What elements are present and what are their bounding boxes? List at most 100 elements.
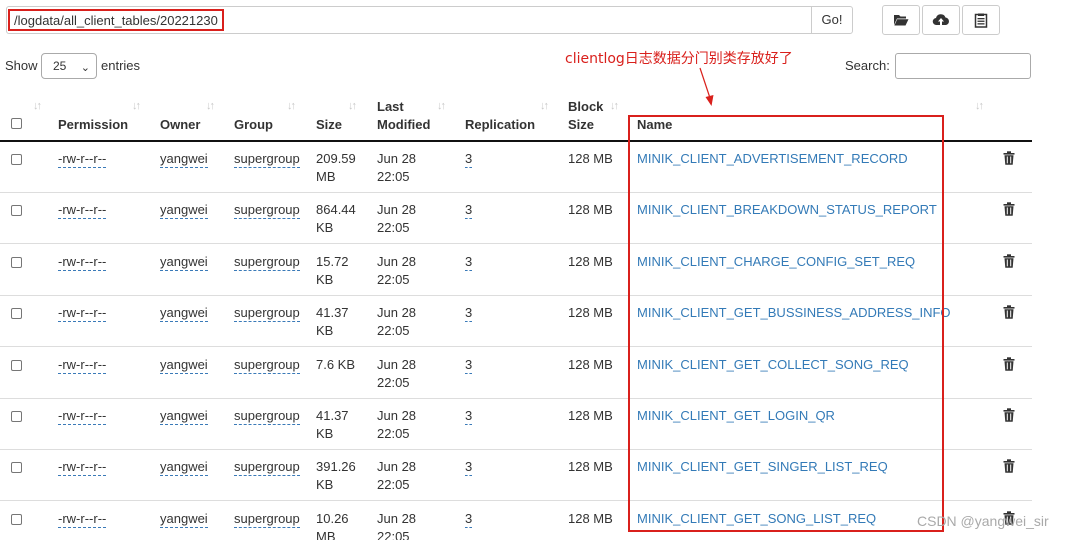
name-column-highlight: [628, 115, 944, 532]
replication-cell[interactable]: 3: [465, 356, 473, 374]
group-cell[interactable]: supergroup: [234, 151, 300, 168]
delete-button[interactable]: [1003, 151, 1015, 168]
permission-cell[interactable]: -rw-r--r--: [58, 356, 107, 374]
permission-cell[interactable]: -rw-r--r--: [58, 459, 107, 477]
size-unit: KB: [316, 271, 334, 287]
owner-cell[interactable]: yangwei: [160, 356, 208, 374]
header-last-modified[interactable]: Last Modified: [377, 98, 430, 134]
group-cell[interactable]: supergroup: [234, 305, 300, 323]
sort-icon[interactable]: ↓↑: [33, 100, 42, 112]
row-checkbox[interactable]: [11, 513, 22, 525]
permission-cell[interactable]: -rw-r--r--: [58, 253, 107, 271]
size-cell: 10.26 MB: [316, 510, 349, 540]
group-cell[interactable]: supergroup: [234, 408, 300, 425]
entries-select[interactable]: 25 ⌄: [41, 53, 97, 79]
row-checkbox[interactable]: [11, 256, 22, 268]
sort-icon[interactable]: ↓↑: [540, 100, 549, 112]
owner-cell[interactable]: yangwei: [160, 408, 208, 425]
header-block-size[interactable]: Block Size: [568, 98, 603, 134]
time-value: 22:05: [377, 271, 410, 287]
permission-cell[interactable]: -rw-r--r--: [58, 151, 107, 168]
size-value: 10.26: [316, 510, 349, 526]
sort-icon[interactable]: ↓↑: [132, 100, 141, 112]
annotation-text: clientlog日志数据分门别类存放好了: [565, 51, 793, 67]
header-size[interactable]: Size: [316, 116, 342, 134]
block-size-cell: 128 MB: [568, 459, 613, 475]
block-size-cell: 128 MB: [568, 356, 613, 372]
replication-cell[interactable]: 3: [465, 202, 473, 220]
delete-button[interactable]: [1003, 254, 1015, 271]
size-value: 15.72: [316, 253, 349, 269]
sort-icon[interactable]: ↓↑: [287, 100, 296, 112]
permission-cell[interactable]: -rw-r--r--: [58, 202, 107, 220]
size-unit: KB: [316, 426, 334, 441]
open-folder-button[interactable]: [882, 5, 920, 35]
block-size-cell: 128 MB: [568, 305, 613, 321]
owner-cell[interactable]: yangwei: [160, 151, 208, 168]
row-checkbox[interactable]: [11, 154, 22, 165]
replication-cell[interactable]: 3: [465, 151, 473, 168]
row-checkbox[interactable]: [11, 308, 22, 320]
select-all-checkbox[interactable]: [11, 118, 22, 129]
group-cell[interactable]: supergroup: [234, 356, 300, 374]
owner-cell[interactable]: yangwei: [160, 305, 208, 323]
delete-button[interactable]: [1003, 356, 1015, 374]
go-button[interactable]: Go!: [811, 6, 853, 34]
owner-cell[interactable]: yangwei: [160, 202, 208, 220]
owner-cell[interactable]: yangwei: [160, 510, 208, 528]
row-checkbox[interactable]: [11, 462, 22, 474]
time-value: 22:05: [377, 374, 410, 390]
upload-button[interactable]: [922, 5, 960, 35]
header-group[interactable]: Group: [234, 116, 273, 134]
size-cell: 41.37 KB: [316, 304, 349, 340]
header-owner[interactable]: Owner: [160, 116, 200, 134]
size-unit: KB: [316, 323, 334, 339]
group-cell[interactable]: supergroup: [234, 253, 300, 271]
size-unit: KB: [316, 477, 334, 493]
group-cell[interactable]: supergroup: [234, 459, 300, 477]
delete-button[interactable]: [1003, 202, 1015, 219]
trash-icon: [1003, 254, 1015, 271]
clipboard-icon: [974, 13, 988, 28]
sort-icon[interactable]: ↓↑: [437, 100, 446, 112]
delete-button[interactable]: [1003, 408, 1015, 425]
search-input[interactable]: [895, 53, 1031, 79]
last-modified-cell: Jun 28 22:05: [377, 201, 416, 237]
date-value: Jun 28: [377, 356, 417, 372]
sort-icon[interactable]: ↓↑: [610, 100, 619, 112]
replication-cell[interactable]: 3: [465, 253, 473, 271]
replication-cell[interactable]: 3: [465, 305, 473, 323]
date-value: Jun 28: [377, 253, 417, 269]
owner-cell[interactable]: yangwei: [160, 253, 208, 271]
permission-cell[interactable]: -rw-r--r--: [58, 510, 107, 528]
row-checkbox[interactable]: [11, 205, 22, 217]
trash-icon: [1003, 151, 1015, 168]
owner-cell[interactable]: yangwei: [160, 459, 208, 477]
permission-cell[interactable]: -rw-r--r--: [58, 408, 107, 425]
replication-cell[interactable]: 3: [465, 408, 473, 425]
delete-button[interactable]: [1003, 459, 1015, 476]
replication-cell[interactable]: 3: [465, 510, 473, 528]
block-size-cell: 128 MB: [568, 151, 613, 166]
group-cell[interactable]: supergroup: [234, 510, 300, 528]
last-modified-cell: Jun 28 22:05: [377, 150, 416, 186]
path-value[interactable]: /logdata/all_client_tables/20221230: [8, 9, 224, 31]
size-unit: MB: [316, 528, 336, 540]
row-checkbox[interactable]: [11, 411, 22, 422]
replication-cell[interactable]: 3: [465, 459, 473, 477]
date-value: Jun 28: [377, 408, 417, 423]
clipboard-button[interactable]: [962, 5, 1000, 35]
date-value: Jun 28: [377, 151, 417, 166]
header-replication[interactable]: Replication: [465, 116, 535, 134]
header-permission[interactable]: Permission: [58, 116, 128, 134]
group-cell[interactable]: supergroup: [234, 202, 300, 220]
sort-icon[interactable]: ↓↑: [348, 100, 357, 112]
size-cell: 864.44 KB: [316, 201, 356, 237]
delete-button[interactable]: [1003, 305, 1015, 322]
watermark: CSDN @yangwei_sir: [917, 513, 1049, 529]
sort-icon[interactable]: ↓↑: [206, 100, 215, 112]
permission-cell[interactable]: -rw-r--r--: [58, 305, 107, 323]
sort-icon[interactable]: ↓↑: [975, 100, 984, 112]
row-checkbox[interactable]: [11, 359, 22, 371]
time-value: 22:05: [377, 220, 410, 236]
